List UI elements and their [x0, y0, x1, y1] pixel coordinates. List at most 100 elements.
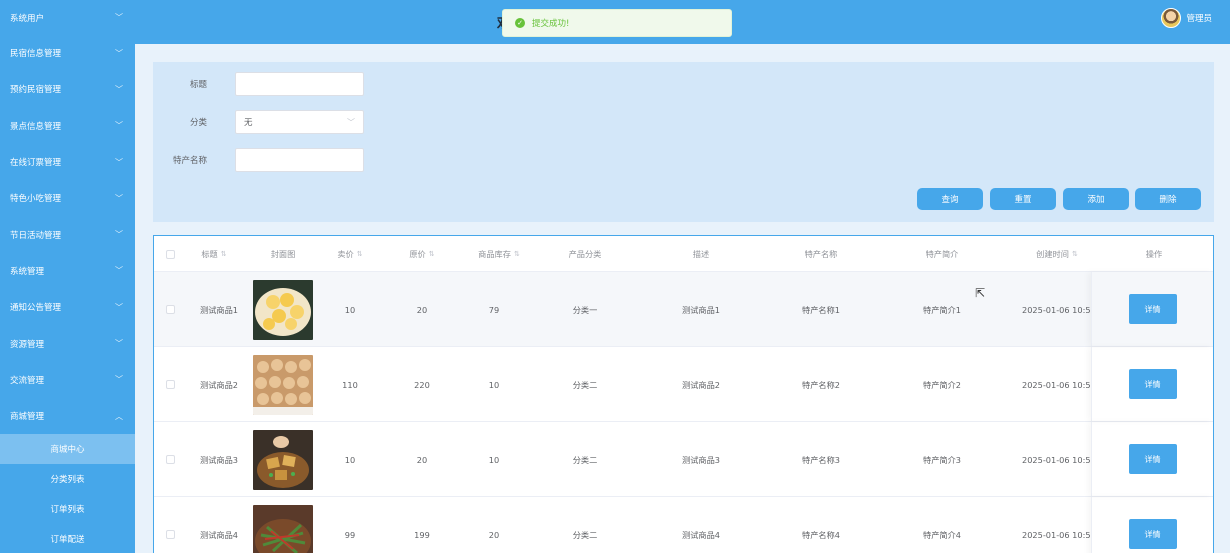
- column-label: 标题: [201, 249, 218, 259]
- row-checkbox[interactable]: [162, 497, 178, 553]
- table-row[interactable]: 测试商品1 10 20 79 分类一 测试商品1 特产名称1 特产简介1 202…: [154, 272, 1213, 347]
- title-form-row: 标题: [153, 72, 364, 96]
- cell-created: 2025-01-06 10:59:: [1022, 304, 1092, 315]
- cell-stock: 79: [488, 304, 500, 315]
- column-label: 商品库存: [478, 249, 511, 259]
- sidebar-item-notices[interactable]: 通知公告管理 ﹀: [0, 289, 135, 325]
- sidebar-item-snacks[interactable]: 特色小吃管理 ﹀: [0, 180, 135, 216]
- chevron-down-icon: ﹀: [115, 230, 123, 240]
- chevron-down-icon: ﹀: [115, 84, 123, 94]
- sidebar-item-label: 在线订票管理: [10, 158, 62, 169]
- user-name: 管理员: [1186, 14, 1212, 24]
- table-row[interactable]: 测试商品2 110 220 10 分类二 测试商品2 特产名称2 特产简介2 2…: [154, 347, 1213, 422]
- cell-actions: 详情: [1091, 347, 1213, 421]
- column-header-specialty-intro: 特产简介: [925, 249, 959, 259]
- sort-icon[interactable]: ⇅: [221, 250, 227, 258]
- detail-button[interactable]: 详情: [1128, 369, 1177, 399]
- sidebar-item-system[interactable]: 系统管理 ﹀: [0, 253, 135, 289]
- cell-stock: 10: [488, 379, 500, 390]
- search-panel: 标题 分类 无 ﹀ 特产名称 查询 重置 添加 删除: [153, 62, 1214, 222]
- sidebar-subitem-category-list[interactable]: 分类列表: [0, 464, 135, 494]
- row-checkbox[interactable]: [162, 272, 178, 347]
- cell-category: 分类二: [572, 454, 598, 465]
- cell-description: 测试商品2: [682, 379, 720, 390]
- column-header-created[interactable]: 创建时间 ⇅: [1022, 236, 1092, 272]
- sidebar-subitem-order-delivery[interactable]: 订单配送: [0, 524, 135, 553]
- cell-price: 110: [342, 379, 358, 390]
- sort-icon[interactable]: ⇅: [429, 250, 435, 258]
- category-select[interactable]: 无 ﹀: [235, 110, 364, 134]
- user-menu[interactable]: 管理员: [1161, 8, 1212, 28]
- cell-cover: [253, 422, 313, 497]
- column-header-actions: 操作: [1145, 249, 1163, 259]
- sidebar-item-resources[interactable]: 资源管理 ﹀: [0, 325, 135, 361]
- column-header-specialty-name: 特产名称: [804, 249, 838, 259]
- cell-original-price: 220: [414, 379, 430, 390]
- table-row[interactable]: 测试商品3 10 20 10 分类二 测试商品3 特产名称3 特产简介3 202…: [154, 422, 1213, 497]
- sidebar-item-homestay-booking[interactable]: 预约民宿管理 ﹀: [0, 71, 135, 107]
- chevron-down-icon: ﹀: [115, 266, 123, 276]
- cell-specialty-name: 特产名称1: [802, 304, 840, 315]
- reset-button[interactable]: 重置: [990, 188, 1056, 210]
- table-row[interactable]: 测试商品4 99 199 20 分类二 测试商品4 特产名称4 特产简介4 20…: [154, 497, 1213, 553]
- cell-price: 99: [344, 529, 356, 540]
- row-checkbox[interactable]: [162, 422, 178, 497]
- cover-image: [253, 354, 313, 415]
- checkbox[interactable]: [165, 380, 175, 389]
- sidebar-subitem-mall-center[interactable]: 商城中心: [0, 434, 135, 465]
- cell-created: 2025-01-06 10:59:: [1022, 379, 1092, 390]
- detail-button[interactable]: 详情: [1128, 519, 1177, 549]
- category-select-value: 无: [244, 118, 253, 128]
- delete-button[interactable]: 删除: [1135, 188, 1201, 210]
- sidebar-item-tickets[interactable]: 在线订票管理 ﹀: [0, 144, 135, 180]
- sidebar-item-label: 系统管理: [10, 266, 45, 277]
- cell-stock: 20: [488, 529, 500, 540]
- cell-specialty-name: 特产名称4: [802, 529, 840, 540]
- checkbox[interactable]: [165, 305, 175, 314]
- cell-price: 10: [344, 304, 356, 315]
- sidebar-subitem-order-list[interactable]: 订单列表: [0, 494, 135, 524]
- checkbox[interactable]: [165, 530, 175, 539]
- cover-image: [253, 504, 313, 553]
- sort-icon[interactable]: ⇅: [357, 250, 363, 258]
- cell-actions: 详情: [1091, 272, 1213, 346]
- specialty-input[interactable]: [235, 148, 364, 172]
- cell-category: 分类二: [572, 379, 598, 390]
- chevron-down-icon: ﹀: [115, 302, 123, 312]
- detail-button[interactable]: 详情: [1128, 294, 1177, 324]
- add-button[interactable]: 添加: [1063, 188, 1129, 210]
- checkbox[interactable]: [165, 455, 175, 464]
- cell-specialty-intro: 特产简介1: [923, 304, 961, 315]
- cell-specialty-intro: 特产简介4: [923, 529, 961, 540]
- chevron-down-icon: ﹀: [115, 157, 123, 167]
- sidebar-item-mall[interactable]: 商城管理 ︿: [0, 398, 135, 434]
- title-input[interactable]: [235, 72, 364, 96]
- detail-button[interactable]: 详情: [1128, 444, 1177, 474]
- sort-icon[interactable]: ⇅: [1072, 250, 1078, 258]
- sidebar-item-homestay-info[interactable]: 民宿信息管理 ﹀: [0, 35, 135, 71]
- sidebar: 系统用户 ﹀ 民宿信息管理 ﹀ 预约民宿管理 ﹀ 景点信息管理 ﹀ 在线订票管理 ﹀ 特色…: [0, 0, 135, 553]
- column-header-price[interactable]: 卖价 ⇅: [320, 236, 380, 272]
- sidebar-item-label: 预约民宿管理: [10, 85, 62, 96]
- sidebar-item-system-users[interactable]: 系统用户 ﹀: [0, 0, 135, 35]
- sidebar-item-label: 商城管理: [10, 412, 45, 423]
- column-header-title[interactable]: 标题 ⇅: [184, 236, 244, 272]
- checkbox[interactable]: [165, 249, 175, 259]
- chevron-down-icon: ﹀: [115, 339, 123, 349]
- row-checkbox[interactable]: [162, 347, 178, 422]
- sidebar-item-communication[interactable]: 交流管理 ﹀: [0, 362, 135, 398]
- column-label: 创建时间: [1036, 249, 1069, 259]
- sidebar-item-festivals[interactable]: 节日活动管理 ﹀: [0, 216, 135, 252]
- column-header-original-price[interactable]: 原价 ⇅: [392, 236, 452, 272]
- sidebar-item-attractions[interactable]: 景点信息管理 ﹀: [0, 108, 135, 144]
- chevron-down-icon: ﹀: [115, 375, 123, 385]
- select-all-checkbox[interactable]: [162, 236, 178, 272]
- query-button[interactable]: 查询: [917, 188, 983, 210]
- column-header-stock[interactable]: 商品库存 ⇅: [459, 236, 539, 272]
- cell-specialty-name: 特产名称2: [802, 379, 840, 390]
- sidebar-item-label: 节日活动管理: [10, 230, 62, 241]
- column-header-cover: 封面图: [270, 249, 296, 259]
- cell-category: 分类二: [572, 529, 598, 540]
- cover-image: [253, 429, 313, 490]
- sort-icon[interactable]: ⇅: [514, 250, 520, 258]
